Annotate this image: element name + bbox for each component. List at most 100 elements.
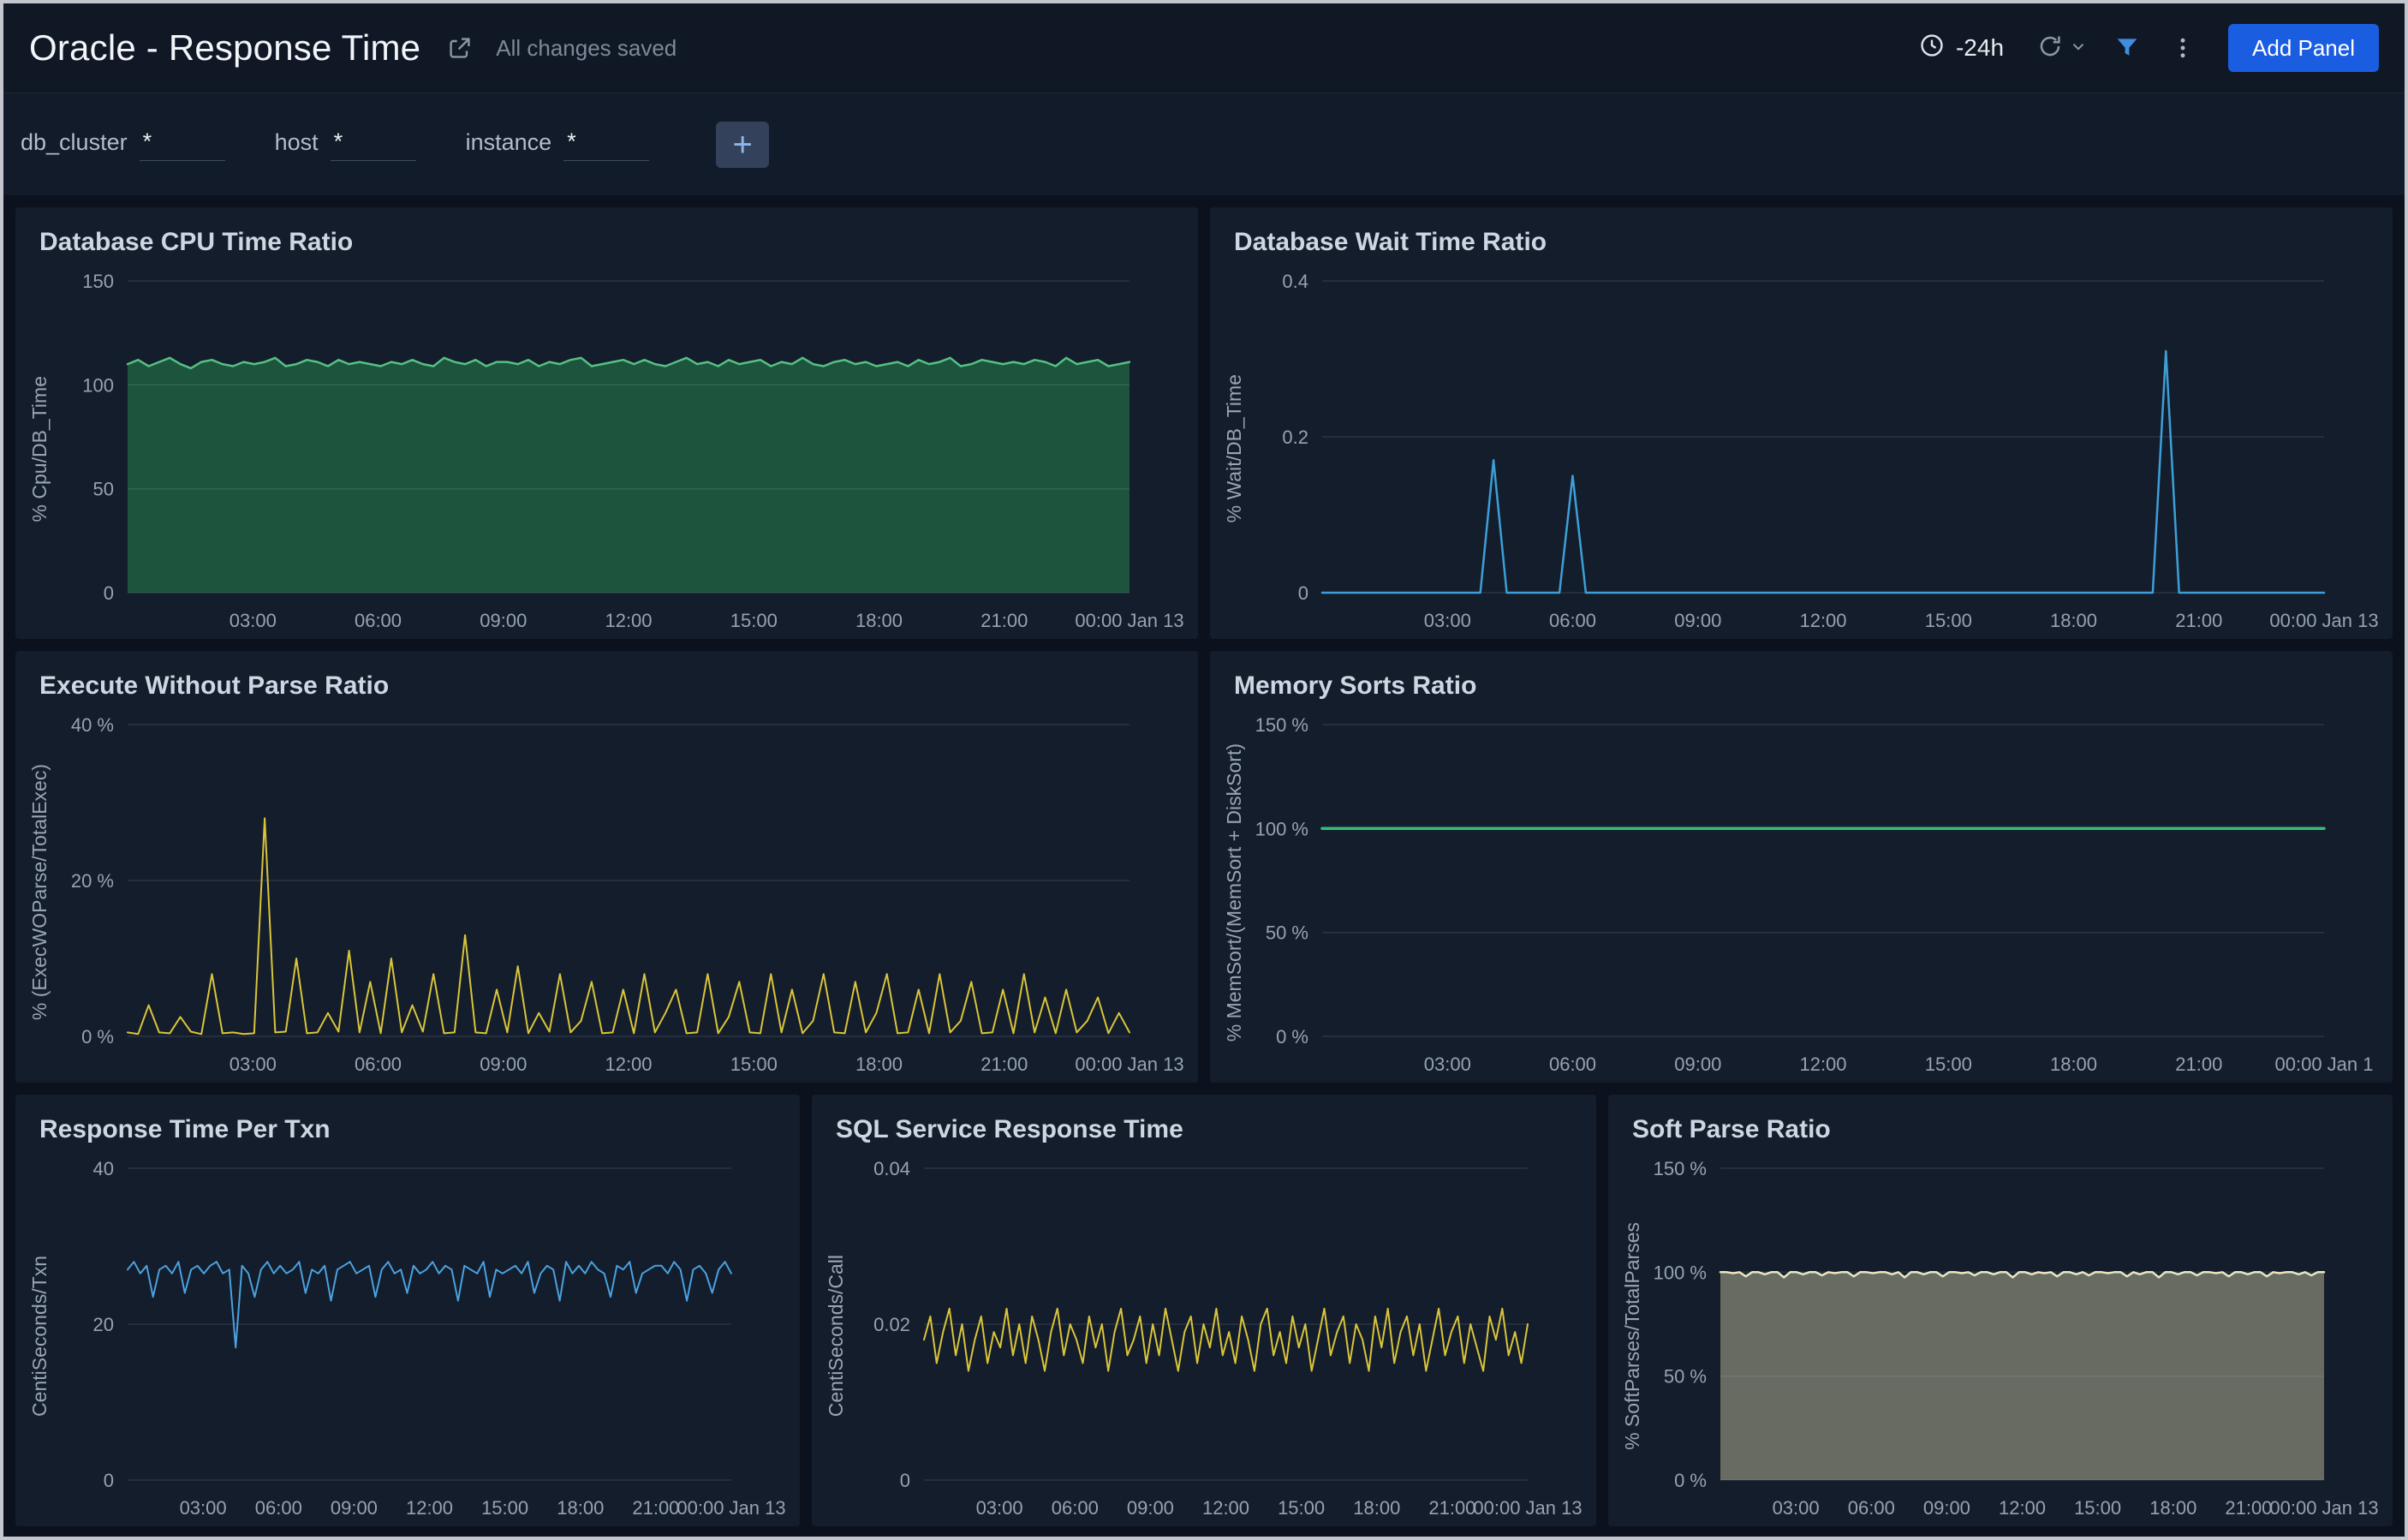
svg-text:0 %: 0 % [1674, 1470, 1707, 1491]
panel-grid: Database CPU Time Ratio % Cpu/DB_Time 05… [3, 195, 2405, 1538]
y-axis-label: % (ExecWOParse/TotalExec) [27, 764, 52, 1020]
svg-text:150: 150 [82, 271, 114, 292]
panel-title: Execute Without Parse Ratio [15, 651, 1198, 706]
svg-text:100 %: 100 % [1653, 1262, 1706, 1283]
dashboard-root: Oracle - Response Time All changes saved… [0, 0, 2408, 1540]
filter-instance-input[interactable] [563, 128, 649, 161]
saved-status: All changes saved [496, 35, 677, 62]
y-axis-label: CentiSeconds/Txn [27, 1256, 52, 1417]
svg-text:06:00: 06:00 [355, 1054, 402, 1075]
svg-text:09:00: 09:00 [1674, 1054, 1721, 1075]
y-axis-label: % Wait/DB_Time [1222, 374, 1247, 522]
filter-label: instance [466, 129, 552, 161]
panel-execute-without-parse-ratio: Execute Without Parse Ratio % (ExecWOPar… [15, 651, 1198, 1083]
sql-service-response-time-chart[interactable]: 00.020.0403:0006:0009:0012:0015:0018:002… [849, 1149, 1591, 1523]
refresh-button[interactable] [2036, 33, 2088, 64]
filter-db-cluster: db_cluster [21, 128, 225, 161]
svg-text:12:00: 12:00 [605, 1054, 652, 1075]
svg-text:0 %: 0 % [81, 1026, 114, 1048]
wait-time-ratio-chart[interactable]: 00.20.403:0006:0009:0012:0015:0018:0021:… [1247, 262, 2387, 636]
svg-text:12:00: 12:00 [1799, 610, 1846, 631]
chevron-down-icon [2069, 37, 2088, 60]
svg-text:150 %: 150 % [1255, 714, 1308, 736]
svg-text:18:00: 18:00 [557, 1497, 604, 1519]
svg-text:0.4: 0.4 [1282, 271, 1308, 292]
svg-text:12:00: 12:00 [406, 1497, 453, 1519]
svg-text:21:00: 21:00 [2175, 610, 2222, 631]
filter-bar: db_cluster host instance + [3, 93, 2405, 195]
svg-text:21:00: 21:00 [632, 1497, 679, 1519]
y-axis-label: % Cpu/DB_Time [27, 376, 52, 522]
svg-text:12:00: 12:00 [1202, 1497, 1249, 1519]
svg-text:40 %: 40 % [71, 714, 114, 736]
svg-text:21:00: 21:00 [1428, 1497, 1475, 1519]
svg-text:18:00: 18:00 [1353, 1497, 1400, 1519]
filter-db-cluster-input[interactable] [140, 128, 225, 161]
panel-database-wait-time-ratio: Database Wait Time Ratio % Wait/DB_Time … [1210, 207, 2393, 639]
y-axis-label: CentiSeconds/Call [824, 1255, 849, 1417]
svg-text:20: 20 [92, 1314, 113, 1335]
svg-text:0.04: 0.04 [873, 1158, 910, 1179]
add-filter-button[interactable]: + [716, 122, 769, 168]
kebab-menu-icon[interactable] [2170, 35, 2196, 61]
cpu-time-ratio-chart[interactable]: 05010015003:0006:0009:0012:0015:0018:002… [52, 262, 1193, 636]
svg-text:18:00: 18:00 [2050, 610, 2097, 631]
svg-text:100 %: 100 % [1255, 818, 1308, 839]
svg-text:0 %: 0 % [1276, 1026, 1308, 1048]
svg-text:50 %: 50 % [1266, 922, 1308, 944]
svg-text:18:00: 18:00 [855, 1054, 903, 1075]
panel-title: Response Time Per Txn [15, 1095, 800, 1149]
panel-sql-service-response-time: SQL Service Response Time CentiSeconds/C… [812, 1095, 1596, 1526]
svg-text:100: 100 [82, 374, 114, 396]
svg-text:00:00 Jan 1: 00:00 Jan 1 [2274, 1054, 2373, 1075]
svg-text:18:00: 18:00 [2149, 1497, 2196, 1519]
add-panel-button[interactable]: Add Panel [2228, 24, 2379, 72]
clock-icon [1918, 32, 1946, 65]
svg-text:03:00: 03:00 [229, 610, 277, 631]
svg-text:0: 0 [900, 1470, 910, 1491]
svg-text:03:00: 03:00 [1424, 610, 1471, 631]
svg-text:03:00: 03:00 [1424, 1054, 1471, 1075]
svg-text:09:00: 09:00 [331, 1497, 378, 1519]
svg-text:18:00: 18:00 [2050, 1054, 2097, 1075]
filter-label: host [275, 129, 319, 161]
soft-parse-ratio-chart[interactable]: 0 %50 %100 %150 %03:0006:0009:0012:0015:… [1645, 1149, 2387, 1523]
filter-instance: instance [466, 128, 650, 161]
svg-text:06:00: 06:00 [355, 610, 402, 631]
svg-text:03:00: 03:00 [179, 1497, 226, 1519]
svg-text:150 %: 150 % [1653, 1158, 1706, 1179]
page-title: Oracle - Response Time [29, 27, 420, 69]
svg-text:0.2: 0.2 [1282, 427, 1308, 448]
response-time-per-txn-chart[interactable]: 0204003:0006:0009:0012:0015:0018:0021:00… [52, 1149, 795, 1523]
panel-memory-sorts-ratio: Memory Sorts Ratio % MemSort/(MemSort + … [1210, 651, 2393, 1083]
filter-host-input[interactable] [331, 128, 416, 161]
panel-title: Soft Parse Ratio [1608, 1095, 2393, 1149]
filter-host: host [275, 128, 416, 161]
execute-without-parse-chart[interactable]: 0 %20 %40 %03:0006:0009:0012:0015:0018:0… [52, 706, 1193, 1079]
time-range-button[interactable]: -24h [1918, 32, 2004, 65]
svg-text:50: 50 [92, 479, 113, 500]
refresh-icon [2036, 33, 2064, 64]
svg-text:0.02: 0.02 [873, 1314, 910, 1335]
svg-text:21:00: 21:00 [2175, 1054, 2222, 1075]
svg-text:06:00: 06:00 [1848, 1497, 1895, 1519]
svg-text:20 %: 20 % [71, 870, 114, 892]
y-axis-label: % SoftParses/TotalParses [1620, 1222, 1645, 1450]
svg-text:00:00 Jan 13: 00:00 Jan 13 [1075, 1054, 1183, 1075]
share-icon[interactable] [446, 34, 474, 62]
svg-text:15:00: 15:00 [730, 1054, 778, 1075]
svg-text:15:00: 15:00 [2074, 1497, 2121, 1519]
filter-label: db_cluster [21, 129, 128, 161]
panel-title: SQL Service Response Time [812, 1095, 1596, 1149]
svg-text:50 %: 50 % [1664, 1366, 1707, 1388]
memory-sorts-ratio-chart[interactable]: 0 %50 %100 %150 %03:0006:0009:0012:0015:… [1247, 706, 2387, 1079]
svg-text:15:00: 15:00 [1278, 1497, 1325, 1519]
svg-text:09:00: 09:00 [480, 1054, 527, 1075]
svg-text:0: 0 [104, 582, 114, 604]
svg-text:40: 40 [92, 1158, 113, 1179]
panel-title: Database Wait Time Ratio [1210, 207, 2393, 262]
svg-text:03:00: 03:00 [1772, 1497, 1819, 1519]
filter-funnel-icon[interactable] [2113, 34, 2141, 62]
svg-text:15:00: 15:00 [1925, 610, 1972, 631]
svg-text:21:00: 21:00 [980, 1054, 1028, 1075]
